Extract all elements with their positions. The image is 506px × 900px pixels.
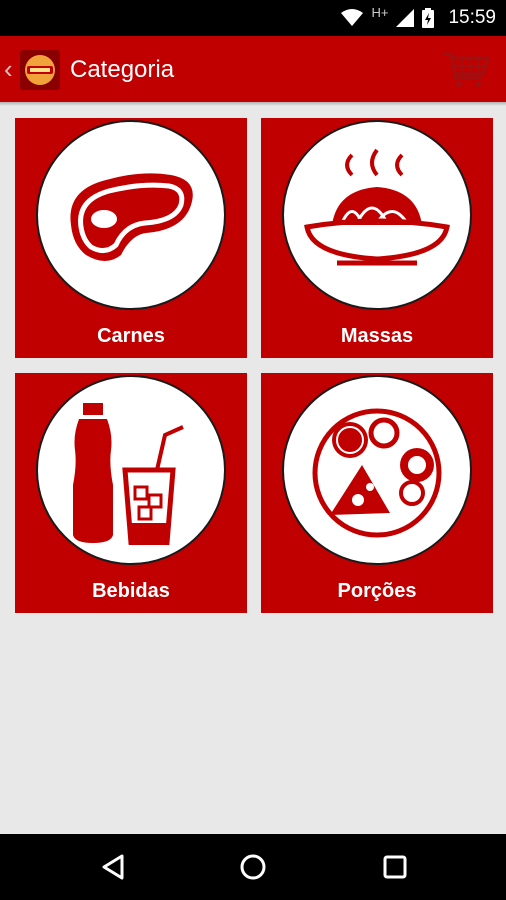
back-triangle-icon[interactable] xyxy=(98,852,128,882)
battery-icon xyxy=(422,8,435,28)
category-label: Massas xyxy=(340,325,414,347)
back-chevron-icon[interactable]: ‹ xyxy=(4,54,13,84)
carnes-icon-circle xyxy=(36,120,226,310)
signal-icon xyxy=(396,9,415,27)
wifi-icon xyxy=(341,9,364,26)
system-nav-bar xyxy=(0,834,506,900)
app-logo[interactable] xyxy=(20,50,60,90)
bebidas-icon-circle xyxy=(36,375,226,565)
category-label: Carnes xyxy=(97,325,165,347)
pasta-plate-icon xyxy=(304,148,450,266)
porcoes-icon-circle xyxy=(282,375,472,565)
category-tile-carnes[interactable]: Carnes xyxy=(15,118,247,358)
category-label: Bebidas xyxy=(92,580,170,602)
category-label: Porções xyxy=(337,580,417,602)
app-bar: ‹ Categoria xyxy=(0,36,506,106)
category-tile-bebidas[interactable]: Bebidas xyxy=(15,373,247,613)
page-title: Categoria xyxy=(70,56,175,83)
category-tile-porcoes[interactable]: Porções xyxy=(261,373,493,613)
cart-icon[interactable] xyxy=(442,50,490,90)
platter-icon xyxy=(312,408,442,538)
home-circle-icon[interactable] xyxy=(238,852,268,882)
status-bar: H+ 15:59 xyxy=(0,0,506,36)
recents-square-icon[interactable] xyxy=(380,852,410,882)
steak-icon xyxy=(70,173,193,261)
category-tile-massas[interactable]: Massas xyxy=(261,118,493,358)
network-type-label: H+ xyxy=(371,4,389,20)
massas-icon-circle xyxy=(282,120,472,310)
status-clock: 15:59 xyxy=(448,7,496,28)
drinks-icon xyxy=(73,403,184,545)
